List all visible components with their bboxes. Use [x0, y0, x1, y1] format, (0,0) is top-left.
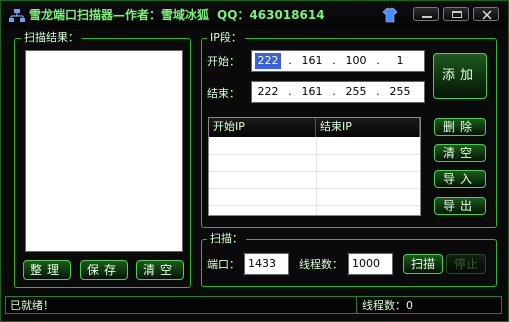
scan-label: 扫描：	[207, 233, 246, 245]
ip-dot: .	[288, 85, 292, 98]
start-ip-octet-1: 222	[255, 53, 281, 69]
table-row	[209, 172, 420, 189]
status-text: 已就绪！	[10, 299, 54, 312]
column-header-start-ip[interactable]: 开始IP	[209, 118, 316, 137]
ip-dot: .	[332, 85, 336, 98]
end-ip-octet-4: 255	[389, 85, 411, 98]
minimize-button[interactable]	[413, 7, 439, 21]
ip-dot: .	[376, 54, 380, 67]
delete-button[interactable]: 删除	[434, 118, 486, 136]
table-row	[209, 189, 420, 206]
column-divider	[316, 138, 317, 215]
table-body	[209, 138, 420, 215]
start-ip-input[interactable]: 222 . 161 . 100 . 1	[251, 50, 425, 72]
minimize-icon	[422, 16, 432, 18]
author-qq: QQ：463018614	[217, 8, 325, 22]
table-header: 开始IP 结束IP	[209, 118, 420, 137]
threads-input[interactable]: 1000	[348, 253, 393, 275]
maximize-icon	[452, 11, 462, 18]
clear-results-button[interactable]: 清空	[136, 260, 184, 280]
ip-dot: .	[332, 54, 336, 67]
start-ip-octet-4: 1	[396, 54, 404, 67]
end-ip-octet-2: 161	[301, 85, 323, 98]
title-bar: 雪龙端口扫描器—作者：雪域冰狐 QQ：463018614	[1, 1, 508, 29]
start-ip-octet-3: 100	[345, 54, 367, 67]
add-button[interactable]: 添加	[433, 53, 487, 99]
port-label: 端口：	[207, 258, 240, 271]
ip-label: IP段：	[207, 32, 245, 44]
save-button[interactable]: 保存	[80, 260, 128, 280]
maximize-button[interactable]	[443, 7, 469, 21]
table-row	[209, 138, 420, 155]
network-icon	[9, 8, 25, 22]
end-ip-label: 结束：	[207, 87, 240, 100]
app-window: 雪龙端口扫描器—作者：雪域冰狐 QQ：463018614 扫描结果： 整理 保存…	[0, 0, 509, 322]
scan-button[interactable]: 扫描	[403, 254, 443, 274]
end-ip-octet-3: 255	[345, 85, 367, 98]
results-label: 扫描结果：	[21, 32, 82, 44]
close-button[interactable]	[473, 7, 499, 21]
shirt-icon[interactable]	[382, 7, 398, 23]
ip-dot: .	[288, 54, 292, 67]
ip-dot: .	[376, 85, 380, 98]
column-header-end-ip[interactable]: 结束IP	[316, 118, 420, 137]
start-ip-octet-2: 161	[301, 54, 323, 67]
ip-range-table[interactable]: 开始IP 结束IP	[208, 117, 421, 216]
stop-button[interactable]: 停止	[446, 254, 486, 274]
sort-button[interactable]: 整理	[23, 260, 71, 280]
close-icon	[482, 10, 492, 20]
end-ip-input[interactable]: 222 . 161 . 255 . 255	[251, 81, 425, 103]
import-button[interactable]: 导入	[434, 170, 486, 188]
window-title: 雪龙端口扫描器—作者：雪域冰狐	[29, 8, 210, 22]
start-ip-label: 开始：	[207, 55, 240, 68]
threads-label: 线程数：	[299, 258, 343, 271]
end-ip-octet-1: 222	[257, 85, 279, 98]
export-button[interactable]: 导出	[434, 197, 486, 215]
port-input[interactable]: 1433	[244, 253, 289, 275]
results-list[interactable]	[25, 50, 183, 252]
status-threads: 线程数：0	[362, 299, 413, 312]
status-divider	[356, 297, 357, 313]
table-row	[209, 155, 420, 172]
clear-ip-button[interactable]: 清空	[434, 144, 486, 162]
status-bar	[5, 296, 502, 314]
